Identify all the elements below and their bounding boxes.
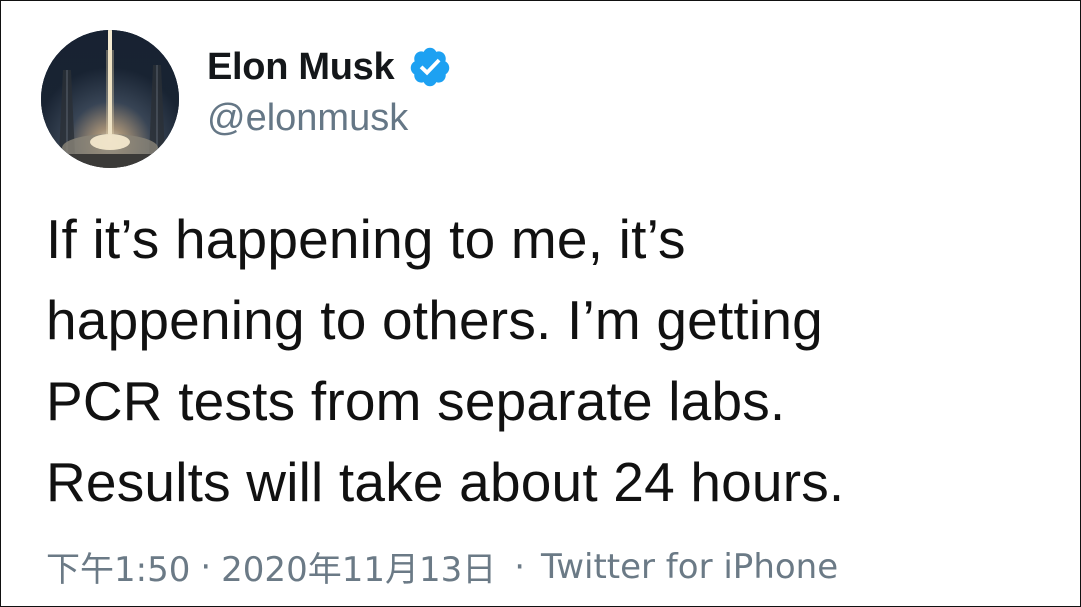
author-display-name[interactable]: Elon Musk xyxy=(207,46,395,89)
tweet-date[interactable]: 2020年11月13日 xyxy=(221,542,496,591)
tweet-text-line: happening to others. I’m getting xyxy=(46,289,823,351)
tweet-card: Elon Musk @elonmusk If it’s happening to… xyxy=(1,1,1080,606)
tweet-text-line: Results will take about 24 hours. xyxy=(46,451,845,513)
tweet-text-line: If it’s happening to me, it’s xyxy=(46,208,686,270)
avatar[interactable] xyxy=(41,30,179,168)
tweet-frame: Elon Musk @elonmusk If it’s happening to… xyxy=(0,0,1081,607)
author-name-row: Elon Musk xyxy=(207,43,452,91)
meta-separator: · xyxy=(200,546,212,587)
meta-separator: · xyxy=(514,546,526,587)
tweet-source[interactable]: Twitter for iPhone xyxy=(541,547,838,587)
tweet-time[interactable]: 下午1:50 xyxy=(46,542,190,591)
tweet-text: If it’s happening to me, it’s happening … xyxy=(46,199,1066,523)
tweet-text-line: PCR tests from separate labs. xyxy=(46,370,786,432)
verified-badge-icon xyxy=(408,45,452,89)
tweet-meta: 下午1:50 · 2020年11月13日 · Twitter for iPhon… xyxy=(46,542,838,591)
avatar-rocket-launch-image xyxy=(41,30,179,168)
author-handle[interactable]: @elonmusk xyxy=(207,97,408,140)
